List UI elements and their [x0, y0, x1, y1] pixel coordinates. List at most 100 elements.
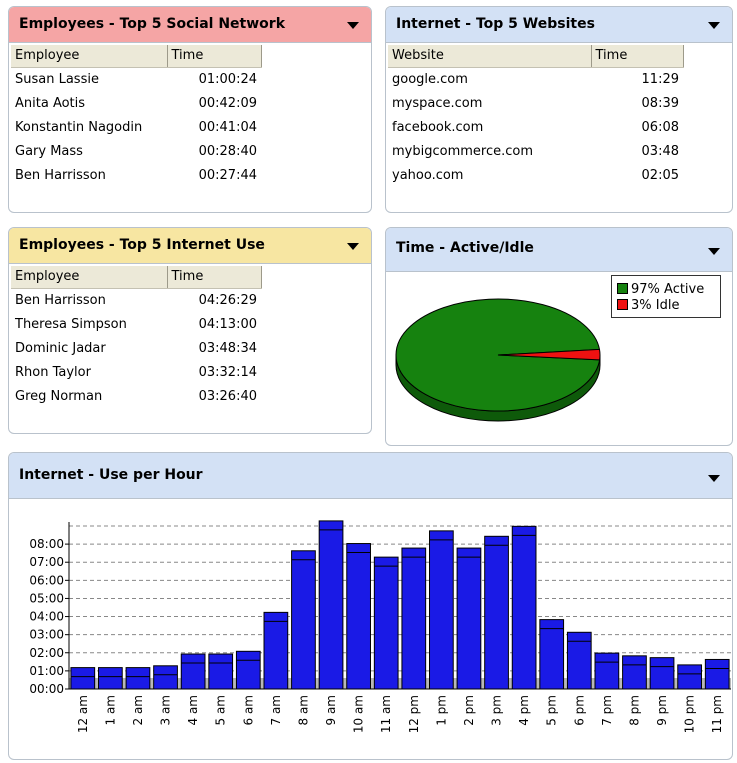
- bar: [125, 667, 151, 690]
- bar: [235, 650, 261, 690]
- time-value: 06:08: [641, 120, 679, 135]
- y-tick-label: 00:00: [29, 682, 64, 696]
- x-tick-label: 9 pm: [655, 695, 669, 726]
- panel-header: Employees - Top 5 Social Network: [9, 7, 371, 43]
- table-row[interactable]: Ben Harrisson 00:27:44: [11, 164, 261, 188]
- employee-name: Gary Mass: [15, 144, 83, 159]
- employee-name: Theresa Simpson: [15, 317, 127, 332]
- website-name: google.com: [392, 72, 468, 87]
- panel-title: Internet - Use per Hour: [19, 467, 203, 483]
- time-value: 00:41:04: [198, 120, 257, 135]
- table-row[interactable]: Dominic Jadar 03:48:34: [11, 337, 261, 361]
- time-value: 01:00:24: [198, 72, 257, 87]
- time-value: 02:05: [641, 168, 679, 183]
- column-header-time[interactable]: Time: [591, 45, 684, 68]
- table-row[interactable]: google.com 11:29: [388, 67, 683, 92]
- bar: [153, 665, 178, 690]
- x-tick-label: 7 am: [269, 695, 283, 726]
- table-row[interactable]: Ben Harrisson 04:26:29: [11, 288, 261, 313]
- internet-use-table: Employee Time Ben Harrisson 04:26:29 Ther…: [11, 266, 262, 409]
- table-row[interactable]: Gary Mass 00:28:40: [11, 140, 261, 164]
- employee-name: Ben Harrisson: [15, 293, 106, 308]
- pie-legend: 97% Active 3% Idle: [611, 275, 721, 318]
- table-row[interactable]: Konstantin Nagodin 00:41:04: [11, 116, 261, 140]
- legend-swatch-idle: [617, 299, 628, 310]
- y-tick-label: 08:00: [29, 537, 64, 551]
- dropdown-arrow-icon[interactable]: [708, 248, 720, 255]
- employee-name: Greg Norman: [15, 389, 103, 404]
- bar: [649, 657, 675, 690]
- dropdown-arrow-icon[interactable]: [347, 22, 359, 29]
- bar: [677, 664, 702, 690]
- time-value: 00:42:09: [198, 96, 257, 111]
- x-tick-label: 5 am: [214, 695, 228, 726]
- bar: [539, 619, 565, 690]
- panel-title: Employees - Top 5 Internet Use: [19, 237, 265, 253]
- active-idle-panel: Time - Active/Idle 97% Active 3% Idle: [385, 227, 733, 446]
- y-tick-label: 07:00: [29, 555, 64, 569]
- social-network-panel: Employees - Top 5 Social Network Employe…: [8, 6, 372, 213]
- table-row[interactable]: Greg Norman 03:26:40: [11, 385, 261, 409]
- column-header-employee[interactable]: Employee: [11, 266, 168, 289]
- bar: [70, 667, 96, 690]
- panel-title: Time - Active/Idle: [396, 240, 534, 256]
- website-name: myspace.com: [392, 96, 483, 111]
- column-header-time[interactable]: Time: [167, 45, 262, 68]
- y-tick-label: 03:00: [29, 628, 64, 642]
- social-network-table: Employee Time Susan Lassie 01:00:24 Anita…: [11, 45, 262, 188]
- internet-use-panel: Employees - Top 5 Internet Use Employee …: [8, 227, 372, 434]
- x-tick-label: 1 am: [103, 695, 117, 726]
- column-header-website[interactable]: Website: [388, 45, 592, 68]
- legend-item-idle: 3% Idle: [617, 298, 679, 314]
- x-tick-label: 11 pm: [710, 695, 724, 733]
- bar: [346, 543, 371, 690]
- x-tick-label: 1 pm: [434, 695, 448, 726]
- table-row[interactable]: mybigcommerce.com 03:48: [388, 140, 683, 164]
- time-value: 03:48: [641, 144, 679, 159]
- column-header-time[interactable]: Time: [167, 266, 262, 289]
- y-tick-label: 02:00: [29, 646, 64, 660]
- table-row[interactable]: Susan Lassie 01:00:24: [11, 67, 261, 92]
- dropdown-arrow-icon[interactable]: [708, 475, 720, 482]
- x-tick-label: 5 pm: [545, 695, 559, 726]
- panel-header: Internet - Top 5 Websites: [386, 7, 732, 43]
- table-row[interactable]: Theresa Simpson 04:13:00: [11, 313, 261, 337]
- table-row[interactable]: Anita Aotis 00:42:09: [11, 92, 261, 116]
- table-row[interactable]: facebook.com 06:08: [388, 116, 683, 140]
- x-tick-label: 2 am: [131, 695, 145, 726]
- use-per-hour-bar-chart: 00:00 01:00 02:00 03:00 04:00 05:00 06:00 07:00…: [29, 520, 731, 733]
- time-value: 11:29: [641, 72, 679, 87]
- bar: [594, 652, 620, 690]
- dropdown-arrow-icon[interactable]: [347, 243, 359, 250]
- time-value: 04:26:29: [198, 293, 257, 308]
- x-tick-label: 8 pm: [627, 695, 641, 726]
- bar: [208, 653, 234, 690]
- y-tick-label: 06:00: [29, 573, 64, 587]
- bar: [291, 550, 316, 690]
- website-name: yahoo.com: [392, 168, 464, 183]
- bar: [484, 535, 509, 690]
- time-value: 00:28:40: [198, 144, 257, 159]
- bar: [180, 653, 206, 690]
- x-tick-label: 12 pm: [407, 695, 421, 733]
- x-tick-label: 7 pm: [600, 695, 614, 726]
- table-row[interactable]: myspace.com 08:39: [388, 92, 683, 116]
- employee-name: Rhon Taylor: [15, 365, 91, 380]
- employee-name: Susan Lassie: [15, 72, 99, 87]
- column-header-employee[interactable]: Employee: [11, 45, 168, 68]
- panel-header: Time - Active/Idle: [386, 228, 732, 272]
- x-tick-label: 4 am: [186, 695, 200, 726]
- bar: [263, 611, 289, 690]
- top-websites-panel: Internet - Top 5 Websites Website Time g…: [385, 6, 733, 213]
- x-tick-label: 6 pm: [572, 695, 586, 726]
- table-row[interactable]: yahoo.com 02:05: [388, 164, 683, 188]
- bar: [456, 547, 482, 690]
- bar: [373, 556, 399, 690]
- time-value: 00:27:44: [198, 168, 257, 183]
- x-tick-label: 2 pm: [462, 695, 476, 726]
- x-tick-label: 4 pm: [517, 695, 531, 726]
- table-row[interactable]: Rhon Taylor 03:32:14: [11, 361, 261, 385]
- bar: [429, 530, 454, 690]
- employee-name: Ben Harrisson: [15, 168, 106, 183]
- dropdown-arrow-icon[interactable]: [708, 22, 720, 29]
